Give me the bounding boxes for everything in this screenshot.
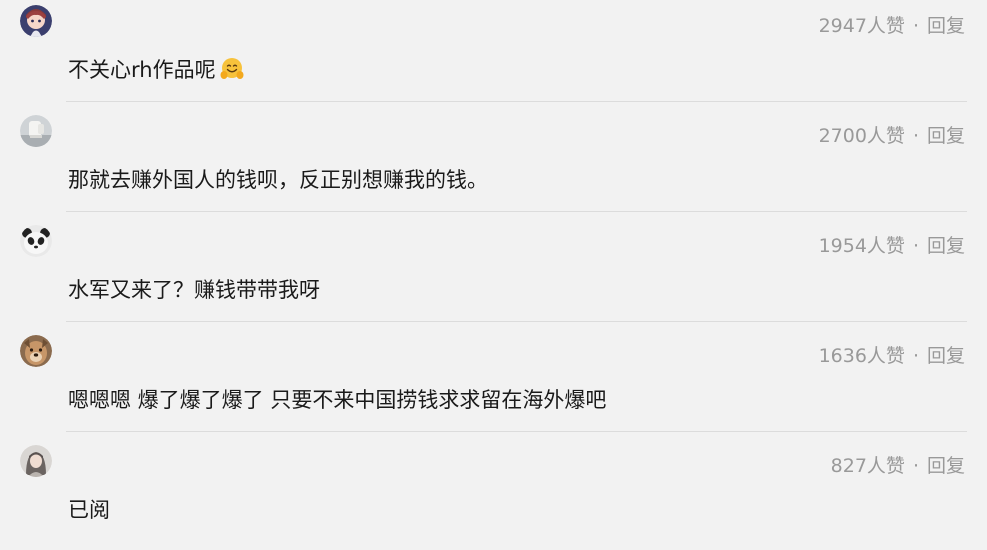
comment-text-content: 那就去赚外国人的钱呗，反正别想赚我的钱。	[68, 168, 488, 192]
comment-meta: 1636人赞 · 回复	[819, 341, 965, 368]
reply-button[interactable]: 回复	[927, 125, 965, 147]
reply-button[interactable]: 回复	[927, 235, 965, 257]
meta-separator: ·	[912, 125, 919, 147]
like-unit[interactable]: 人赞	[867, 125, 905, 147]
comment-item: 2947人赞 · 回复 不关心rh作品呢	[0, 0, 987, 110]
comment-meta: 1954人赞 · 回复	[819, 231, 965, 258]
meta-separator: ·	[912, 455, 919, 477]
like-unit[interactable]: 人赞	[867, 345, 905, 367]
like-unit[interactable]: 人赞	[867, 455, 905, 477]
comment-text: 嗯嗯嗯 爆了爆了爆了 只要不来中国捞钱求求留在海外爆吧	[68, 384, 606, 414]
like-count[interactable]: 2947	[819, 15, 867, 37]
like-count[interactable]: 1636	[819, 345, 867, 367]
reply-button[interactable]: 回复	[927, 455, 965, 477]
hugging-face-emoji-icon	[219, 56, 245, 82]
meta-separator: ·	[912, 235, 919, 257]
like-count[interactable]: 1954	[819, 235, 867, 257]
avatar[interactable]	[20, 335, 52, 367]
divider	[66, 211, 967, 212]
meta-separator: ·	[912, 345, 919, 367]
comment-meta: 827人赞 · 回复	[831, 451, 965, 478]
comment-text: 水军又来了？赚钱带带我呀	[68, 274, 320, 304]
comment-text-content: 水军又来了？赚钱带带我呀	[68, 278, 320, 302]
comment-text-content: 不关心rh作品呢	[68, 58, 216, 82]
like-unit[interactable]: 人赞	[867, 15, 905, 37]
comment-text-content: 已阅	[68, 498, 110, 522]
like-unit[interactable]: 人赞	[867, 235, 905, 257]
avatar[interactable]	[20, 5, 52, 37]
avatar[interactable]	[20, 445, 52, 477]
comment-item: 2700人赞 · 回复 那就去赚外国人的钱呗，反正别想赚我的钱。	[0, 110, 987, 220]
comment-text: 那就去赚外国人的钱呗，反正别想赚我的钱。	[68, 164, 488, 194]
avatar-white-object-icon	[20, 115, 52, 147]
divider	[66, 431, 967, 432]
comment-item: 1636人赞 · 回复 嗯嗯嗯 爆了爆了爆了 只要不来中国捞钱求求留在海外爆吧	[0, 330, 987, 440]
avatar[interactable]	[20, 225, 52, 257]
comment-text: 不关心rh作品呢	[68, 54, 245, 84]
avatar[interactable]	[20, 115, 52, 147]
avatar-anime-girl-icon	[20, 5, 52, 37]
like-count[interactable]: 2700	[819, 125, 867, 147]
comment-meta: 2700人赞 · 回复	[819, 121, 965, 148]
comment-item: 1954人赞 · 回复 水军又来了？赚钱带带我呀	[0, 220, 987, 330]
comment-item: 827人赞 · 回复 已阅	[0, 440, 987, 550]
avatar-dog-icon	[20, 335, 52, 367]
meta-separator: ·	[912, 15, 919, 37]
avatar-person-icon	[20, 445, 52, 477]
divider	[66, 101, 967, 102]
reply-button[interactable]: 回复	[927, 15, 965, 37]
comment-text: 已阅	[68, 494, 110, 524]
avatar-panda-icon	[20, 225, 52, 257]
reply-button[interactable]: 回复	[927, 345, 965, 367]
like-count[interactable]: 827	[831, 455, 867, 477]
comment-text-content: 嗯嗯嗯 爆了爆了爆了 只要不来中国捞钱求求留在海外爆吧	[68, 388, 607, 412]
divider	[66, 321, 967, 322]
comment-meta: 2947人赞 · 回复	[819, 11, 965, 38]
